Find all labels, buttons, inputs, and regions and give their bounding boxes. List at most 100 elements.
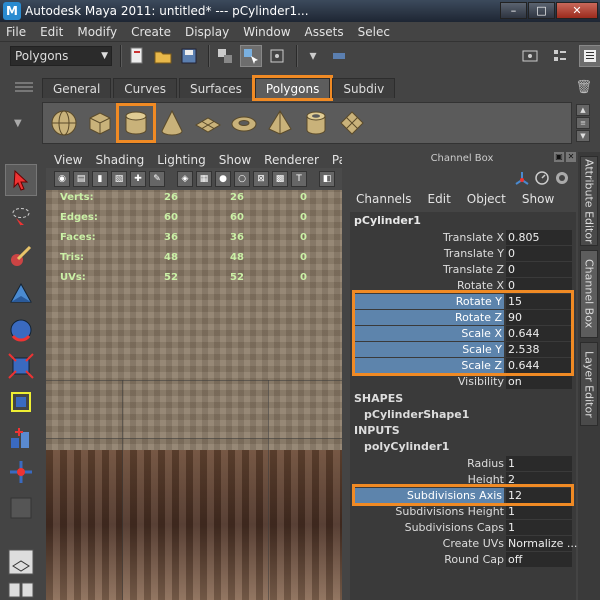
speed-icon[interactable] — [534, 170, 550, 186]
shelf-scroll-up[interactable]: ▲ — [576, 104, 590, 116]
viewport-menu-lighting[interactable]: Lighting — [157, 153, 206, 167]
shelf-menu-handle[interactable]: ▼ — [10, 80, 38, 142]
universal-manipulator-icon[interactable] — [5, 386, 37, 418]
select-by-hierarchy-icon[interactable] — [214, 45, 236, 67]
cb-menu-show[interactable]: Show — [522, 192, 554, 206]
layout-single-pane-icon[interactable] — [5, 546, 37, 578]
shelf-options-icon[interactable]: ▼ — [14, 118, 38, 129]
viewport-panel[interactable]: View Shading Lighting Show Renderer Pane… — [46, 152, 342, 600]
shaded-icon[interactable]: ○ — [234, 171, 250, 187]
wireframe-icon[interactable]: ◈ — [177, 171, 193, 187]
poly-soccer-ball-icon[interactable] — [337, 108, 367, 138]
menu-set-dropdown[interactable]: Polygons ▼ — [10, 46, 112, 66]
viewport-menu-shading[interactable]: Shading — [95, 153, 144, 167]
menu-modify[interactable]: Modify — [77, 25, 117, 39]
input-node-name[interactable]: polyCylinder1 — [364, 440, 449, 453]
viewport-menu-renderer[interactable]: Renderer — [264, 153, 319, 167]
cb-menu-object[interactable]: Object — [467, 192, 506, 206]
select-tool-icon[interactable] — [5, 164, 37, 196]
maximize-button[interactable]: □ — [528, 2, 555, 19]
input-row-round-cap[interactable]: Round Cap off — [350, 552, 572, 568]
manipulator-icon[interactable] — [514, 170, 530, 186]
grease-pencil-icon[interactable]: ✎ — [149, 171, 165, 187]
text-icon[interactable]: T — [291, 171, 307, 187]
viewport-menu-panels[interactable]: Panels — [332, 153, 342, 167]
filter-icon[interactable]: ▾ — [302, 45, 324, 67]
tool-settings-icon[interactable] — [549, 45, 571, 67]
poly-torus-icon[interactable] — [229, 108, 259, 138]
new-scene-icon[interactable] — [126, 45, 148, 67]
side-tab-channel-box[interactable]: Channel Box — [580, 250, 598, 338]
viewport-menu-show[interactable]: Show — [219, 153, 251, 167]
poly-plane-icon[interactable] — [193, 108, 223, 138]
move-tool-icon[interactable] — [5, 278, 37, 310]
input-row-subdivisions-caps[interactable]: Subdivisions Caps 1 — [350, 520, 572, 536]
bookmark-icon[interactable]: ▮ — [92, 171, 108, 187]
tab-subdiv[interactable]: Subdiv — [332, 78, 396, 98]
shelf-scroll-down[interactable]: ▼ — [576, 130, 590, 142]
poly-cube-icon[interactable] — [85, 108, 115, 138]
selection-mask-icon[interactable] — [328, 45, 350, 67]
menu-assets[interactable]: Assets — [305, 25, 344, 39]
side-tab-layer-editor[interactable]: Layer Editor — [580, 342, 598, 426]
save-scene-icon[interactable] — [178, 45, 200, 67]
input-row-subdivisions-height[interactable]: Subdivisions Height 1 — [350, 504, 572, 520]
xray-icon[interactable]: ⊠ — [253, 171, 269, 187]
channel-row-visibility[interactable]: Visibility on — [350, 374, 572, 390]
scale-tool-icon[interactable] — [5, 350, 37, 382]
camera-attributes-icon[interactable]: ▤ — [73, 171, 89, 187]
select-by-component-icon[interactable] — [266, 45, 288, 67]
paint-select-tool-icon[interactable] — [5, 240, 37, 272]
tab-general[interactable]: General — [42, 78, 112, 98]
close-button[interactable]: ✕ — [556, 2, 598, 19]
image-plane-icon[interactable]: ▧ — [111, 171, 127, 187]
lasso-tool-icon[interactable] — [5, 200, 37, 232]
menu-display[interactable]: Display — [185, 25, 229, 39]
shape-node-name[interactable]: pCylinderShape1 — [364, 408, 469, 421]
poly-pyramid-icon[interactable] — [265, 108, 295, 138]
channel-value[interactable]: 0 — [506, 262, 572, 277]
tab-polygons[interactable]: Polygons — [251, 75, 334, 101]
poly-pipe-icon[interactable] — [301, 108, 331, 138]
cb-menu-edit[interactable]: Edit — [428, 192, 451, 206]
viewport-scene[interactable] — [46, 190, 342, 600]
cb-menu-channels[interactable]: Channels — [356, 192, 412, 206]
isolate-select-icon[interactable]: ◧ — [319, 171, 335, 187]
channel-row-translate-y[interactable]: Translate Y0 — [350, 246, 572, 262]
channel-value[interactable]: Normalize ... — [506, 536, 577, 551]
menu-window[interactable]: Window — [243, 25, 290, 39]
channel-row-translate-z[interactable]: Translate Z0 — [350, 262, 572, 278]
float-panel-icon[interactable]: ▣ — [554, 152, 564, 162]
render-view-icon[interactable] — [519, 45, 541, 67]
smooth-shade-icon[interactable]: ▦ — [196, 171, 212, 187]
side-tab-attribute-editor[interactable]: Attribute Editor — [580, 156, 598, 246]
menu-edit[interactable]: Edit — [40, 25, 63, 39]
menu-create[interactable]: Create — [131, 25, 171, 39]
tab-curves[interactable]: Curves — [113, 78, 177, 98]
menu-select[interactable]: Selec — [358, 25, 390, 39]
camera-icon[interactable]: ◉ — [54, 171, 70, 187]
poly-sphere-icon[interactable] — [49, 108, 79, 138]
select-by-object-type-icon[interactable] — [240, 45, 262, 67]
channel-value[interactable]: 0.805 — [506, 230, 572, 245]
channel-value[interactable]: on — [506, 374, 572, 389]
channel-value[interactable]: off — [506, 552, 572, 567]
soft-modification-icon[interactable] — [5, 422, 37, 454]
default-material-icon[interactable]: ● — [215, 171, 231, 187]
channel-value[interactable]: 1 — [506, 456, 572, 471]
two-d-pan-zoom-icon[interactable]: ✚ — [130, 171, 146, 187]
poly-cone-icon[interactable] — [157, 108, 187, 138]
layout-four-pane-icon[interactable] — [5, 580, 37, 600]
tab-surfaces[interactable]: Surfaces — [178, 78, 253, 98]
minimize-button[interactable]: – — [500, 2, 527, 19]
input-row-radius[interactable]: Radius 1 — [350, 456, 572, 472]
rotate-tool-icon[interactable] — [5, 314, 37, 346]
channel-value[interactable]: 0 — [506, 246, 572, 261]
menu-file[interactable]: File — [6, 25, 26, 39]
poly-cylinder-icon[interactable] — [116, 103, 156, 143]
channel-box-toggle-icon[interactable] — [579, 45, 600, 67]
channel-row-translate-x[interactable]: Translate X 0.805 — [350, 230, 572, 246]
object-name[interactable]: pCylinder1 — [354, 214, 421, 227]
shelf-menu[interactable]: ≡ — [576, 117, 590, 129]
close-panel-icon[interactable]: ✕ — [566, 152, 576, 162]
